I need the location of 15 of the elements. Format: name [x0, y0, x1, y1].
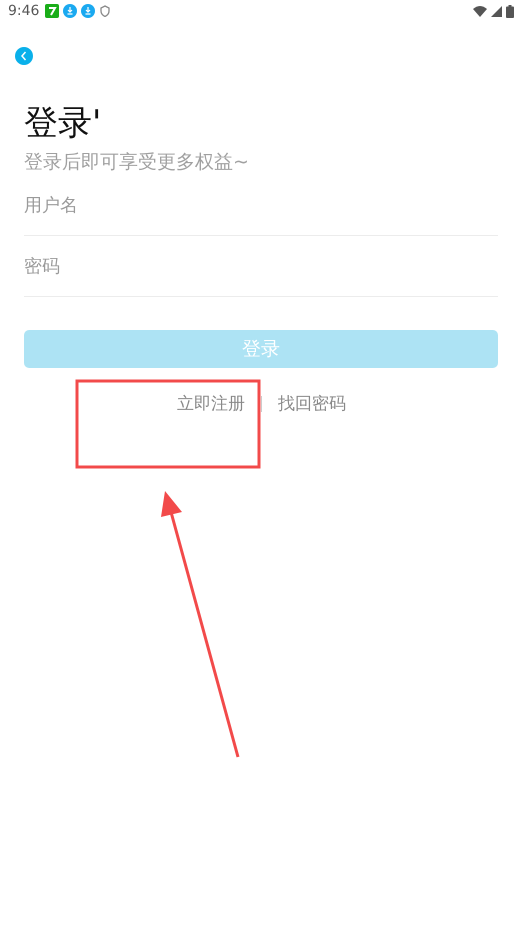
input-field[interactable]: 用户名	[24, 175, 498, 236]
forgot-password-link[interactable]: 找回密码	[278, 392, 346, 415]
shield-icon	[99, 5, 112, 17]
back-icon[interactable]	[15, 47, 33, 65]
signal-icon	[491, 6, 502, 16]
subtitle: 登录后即可享受更多权益~	[24, 150, 250, 175]
register-link[interactable]: 立即注册	[177, 392, 245, 415]
page-title: 登录'	[24, 102, 102, 145]
input-field[interactable]: 密码	[24, 236, 498, 297]
download-icon	[63, 4, 78, 18]
status-time: 9:46	[8, 3, 40, 19]
download-icon	[81, 4, 96, 18]
wifi-icon	[473, 5, 487, 17]
battery-icon	[506, 4, 514, 18]
app-icon	[45, 4, 60, 18]
